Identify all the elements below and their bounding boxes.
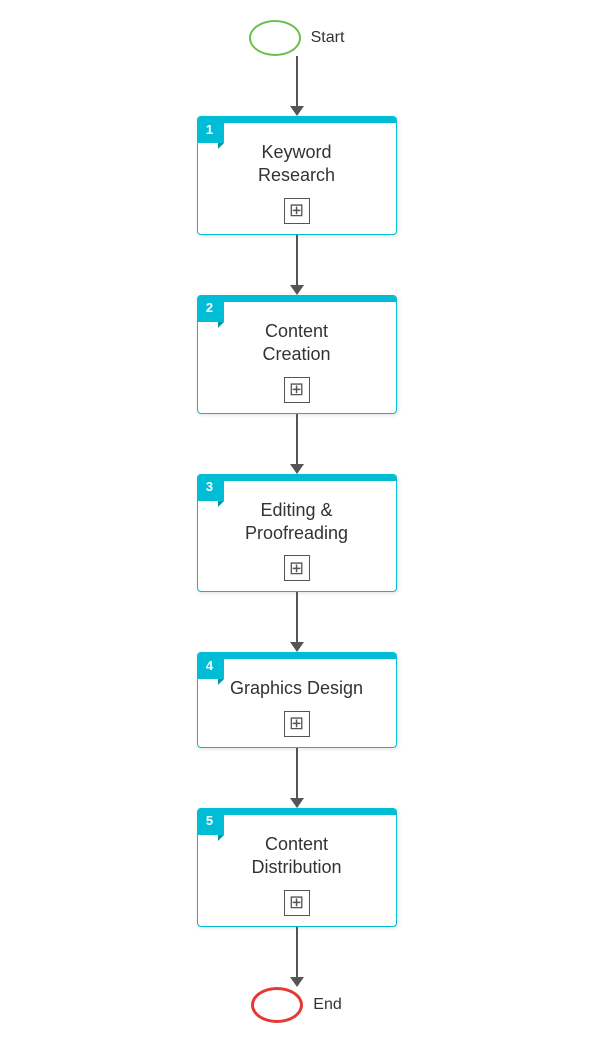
step-4-badge: 4: [197, 652, 224, 679]
arrow-head-6: [290, 977, 304, 987]
step-5-number: 5: [206, 813, 213, 828]
arrow-line-3: [296, 414, 298, 464]
arrow-5: [290, 748, 304, 808]
start-terminal: Start: [249, 20, 345, 56]
step-5-icon[interactable]: ⊞: [284, 890, 310, 916]
start-circle: [249, 20, 301, 56]
plus-icon-2: ⊞: [289, 379, 304, 400]
flowchart: Start 1 KeywordResearch ⊞ 2 ContentCreat…: [0, 20, 593, 1023]
plus-icon-5: ⊞: [289, 892, 304, 913]
arrow-2: [290, 235, 304, 295]
step-2-title: ContentCreation: [262, 320, 330, 367]
step-3-icon[interactable]: ⊞: [284, 555, 310, 581]
arrow-head-4: [290, 642, 304, 652]
arrow-line-6: [296, 927, 298, 977]
arrow-6: [290, 927, 304, 987]
plus-icon-4: ⊞: [289, 713, 304, 734]
step-3-title: Editing &Proofreading: [245, 499, 348, 546]
arrow-head-3: [290, 464, 304, 474]
step-1-box: 1 KeywordResearch ⊞: [197, 116, 397, 235]
step-4-number: 4: [206, 658, 213, 673]
arrow-line: [296, 56, 298, 106]
step-1-title: KeywordResearch: [258, 141, 335, 188]
arrow-head: [290, 106, 304, 116]
step-2-box: 2 ContentCreation ⊞: [197, 295, 397, 414]
arrow-3: [290, 414, 304, 474]
step-3-badge: 3: [197, 474, 224, 501]
step-1-content: KeywordResearch ⊞: [198, 123, 396, 234]
step-4-box: 4 Graphics Design ⊞: [197, 652, 397, 747]
arrow-line-5: [296, 748, 298, 798]
end-terminal: End: [251, 987, 341, 1023]
end-circle: [251, 987, 303, 1023]
step-3-box: 3 Editing &Proofreading ⊞: [197, 474, 397, 593]
step-2-icon[interactable]: ⊞: [284, 377, 310, 403]
step-5-content: ContentDistribution ⊞: [198, 815, 396, 926]
plus-icon-3: ⊞: [289, 558, 304, 579]
start-label: Start: [311, 29, 345, 47]
arrow-4: [290, 592, 304, 652]
arrow-line-2: [296, 235, 298, 285]
arrow-head-2: [290, 285, 304, 295]
step-1-badge: 1: [197, 116, 224, 143]
step-1-icon[interactable]: ⊞: [284, 198, 310, 224]
arrow-head-5: [290, 798, 304, 808]
step-4-icon[interactable]: ⊞: [284, 711, 310, 737]
step-3-content: Editing &Proofreading ⊞: [198, 481, 396, 592]
step-4-content: Graphics Design ⊞: [198, 659, 396, 746]
plus-icon: ⊞: [289, 200, 304, 221]
step-1-number: 1: [206, 122, 213, 137]
step-5-title: ContentDistribution: [251, 833, 341, 880]
step-5-box: 5 ContentDistribution ⊞: [197, 808, 397, 927]
step-2-badge: 2: [197, 295, 224, 322]
step-4-title: Graphics Design: [230, 677, 363, 700]
step-2-number: 2: [206, 300, 213, 315]
step-2-content: ContentCreation ⊞: [198, 302, 396, 413]
end-label: End: [313, 996, 341, 1014]
step-5-badge: 5: [197, 808, 224, 835]
step-3-number: 3: [206, 479, 213, 494]
arrow-line-4: [296, 592, 298, 642]
arrow-1: [290, 56, 304, 116]
